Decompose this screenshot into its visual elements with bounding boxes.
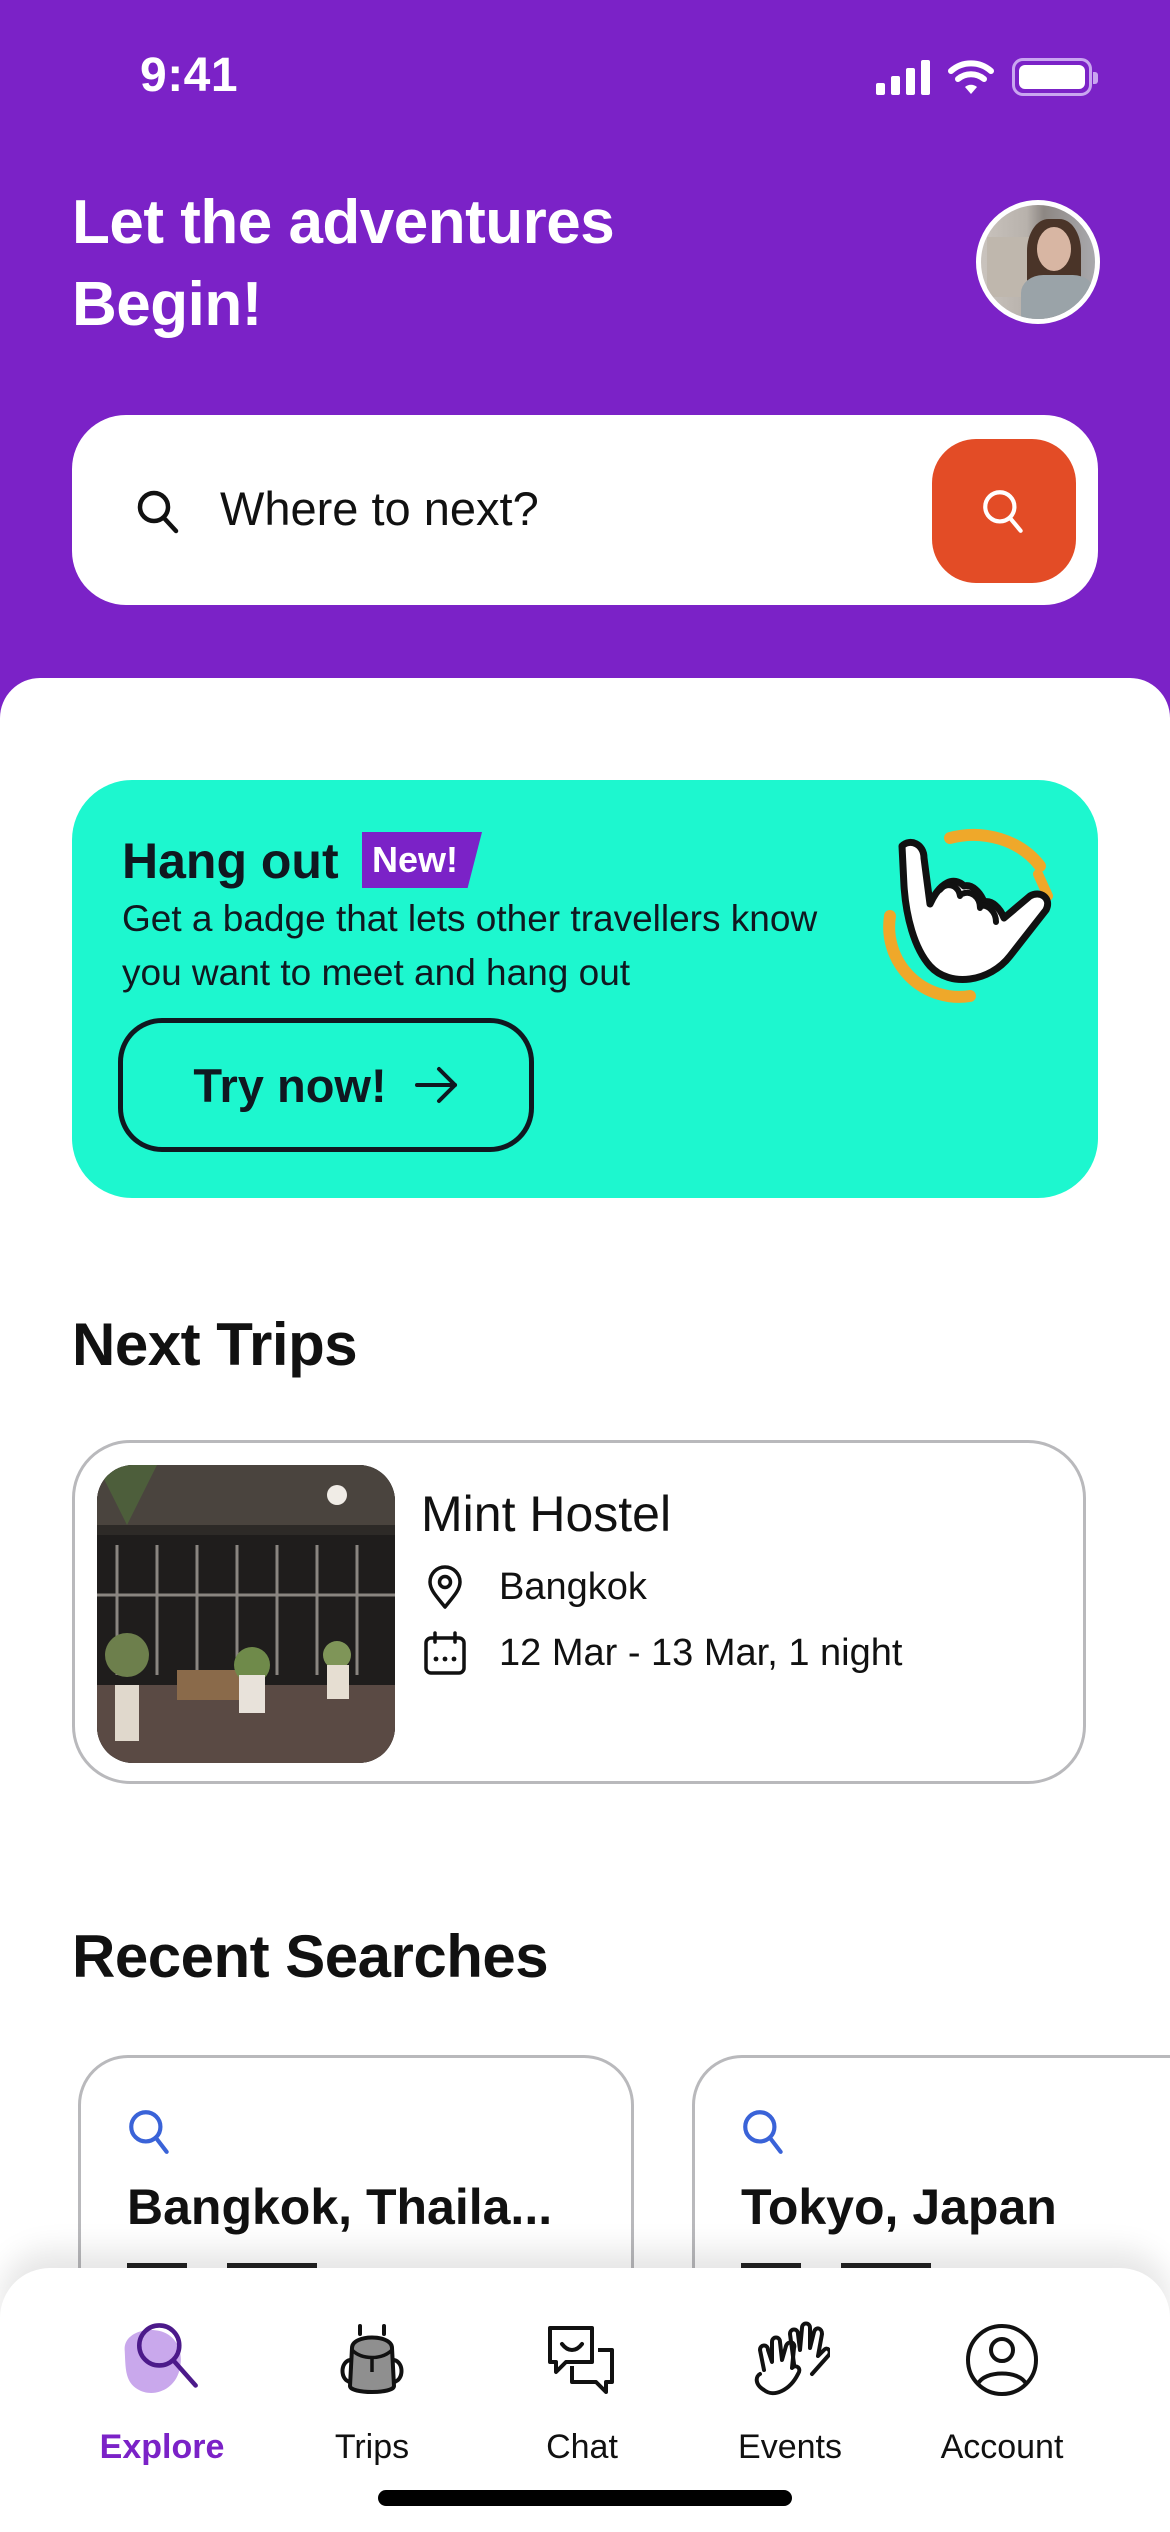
calendar-icon <box>424 1631 466 1675</box>
high-five-hands-icon <box>740 2310 840 2410</box>
search-button[interactable] <box>932 439 1076 583</box>
new-badge: New! <box>362 832 483 888</box>
status-icons <box>876 58 1098 96</box>
hostel-photo <box>97 1465 395 1763</box>
tab-events[interactable]: Events <box>690 2310 890 2480</box>
recent-searches-heading: Recent Searches <box>72 1923 549 1990</box>
search-icon <box>983 490 1023 533</box>
tab-label: Chat <box>546 2428 618 2466</box>
promo-title: Hang out <box>122 833 339 889</box>
search-icon <box>137 490 179 534</box>
avatar[interactable] <box>976 200 1100 324</box>
next-trips-heading: Next Trips <box>72 1311 358 1378</box>
hang-out-promo-card: Hang out New! Get a badge that lets othe… <box>72 780 1098 1198</box>
tab-label: Account <box>940 2428 1064 2466</box>
tab-chat[interactable]: Chat <box>482 2310 682 2480</box>
try-now-label: Try now! <box>193 1058 387 1112</box>
backpack-icon <box>322 2310 422 2410</box>
trip-location: Bangkok <box>499 1565 647 1608</box>
search-bar[interactable]: Where to next? <box>72 415 1098 605</box>
tab-label: Explore <box>99 2428 225 2466</box>
status-time: 9:41 <box>140 49 239 102</box>
tab-account[interactable]: Account <box>902 2310 1102 2480</box>
tab-explore[interactable]: Explore <box>62 2310 262 2480</box>
tab-trips[interactable]: Trips <box>272 2310 472 2480</box>
trip-name: Mint Hostel <box>421 1486 672 1542</box>
search-icon <box>743 2110 783 2154</box>
tab-label: Trips <box>334 2428 410 2466</box>
trip-dates-row: 12 Mar - 13 Mar, 1 night <box>421 1629 902 1677</box>
wifi-icon <box>948 60 994 94</box>
recent-search-title: Tokyo, Japan <box>741 2179 1057 2235</box>
page-title: Let the adventures Begin! <box>72 188 615 339</box>
tab-label: Events <box>738 2428 842 2466</box>
promo-description: Get a badge that lets other travellers k… <box>122 898 818 993</box>
search-input[interactable]: Where to next? <box>220 477 539 541</box>
arrow-right-icon <box>414 1067 457 1103</box>
search-icon <box>112 2310 212 2410</box>
trip-location-row: Bangkok <box>421 1563 647 1611</box>
user-circle-icon <box>952 2310 1052 2410</box>
search-icon <box>129 2110 169 2154</box>
home-indicator[interactable] <box>378 2490 792 2506</box>
trip-card[interactable]: Mint Hostel Bangkok 12 Mar - 13 Mar, 1 n… <box>72 1440 1086 1784</box>
location-pin-icon <box>428 1565 462 1609</box>
recent-search-title: Bangkok, Thaila... <box>127 2179 553 2235</box>
shaka-hand-icon <box>883 828 1053 1003</box>
status-bar: 9:41 <box>0 0 1170 150</box>
chat-bubbles-icon <box>532 2310 632 2410</box>
try-now-button[interactable]: Try now! <box>118 1018 534 1152</box>
trip-dates: 12 Mar - 13 Mar, 1 night <box>499 1631 903 1674</box>
cellular-signal-icon <box>876 59 930 95</box>
battery-icon <box>1012 58 1098 96</box>
